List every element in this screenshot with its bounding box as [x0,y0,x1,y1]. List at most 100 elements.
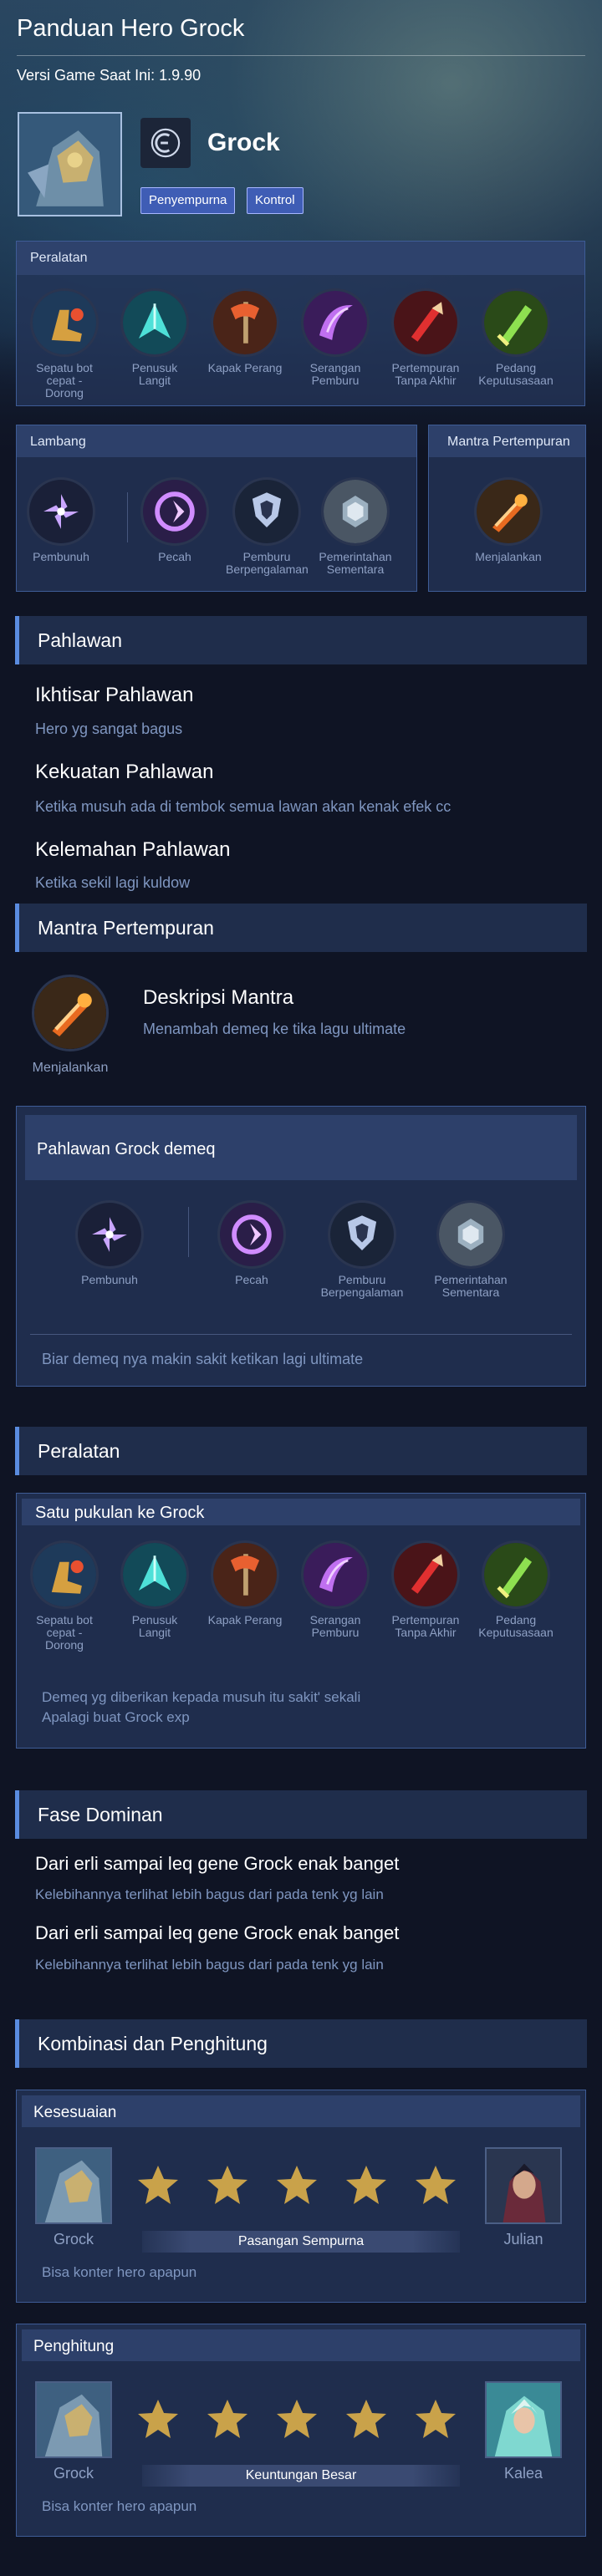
boots-icon [30,1540,99,1609]
item-slot[interactable]: Pembunuh [20,477,102,563]
mantra-desc-text: Menambah demeq ke tika lagu ultimate [143,1021,406,1037]
hero-name: Grock [207,129,280,156]
equipment-build-panel: Satu pukulan ke Grock Sepatu bot cepat -… [16,1493,586,1749]
section-peralatan: Peralatan [15,1427,587,1475]
flameshot-spell-icon [474,477,543,546]
item-slot[interactable]: Pertempuran Tanpa Akhir [388,288,463,387]
counter-rating-stars [135,2396,459,2443]
tag-kontrol[interactable]: Kontrol [247,187,304,214]
star-icon [416,2400,456,2438]
compat-left-name: Grock [53,2231,94,2248]
weakness-title: Kelemahan Pahlawan [35,838,231,861]
item-label: Pemerintahan Sementara [319,550,392,576]
strength-title: Kekuatan Pahlawan [35,761,214,783]
emblem-build-panel: Pahlawan Grock demeq Pembunuh Pecah Pembur… [16,1106,586,1387]
overview-text: Hero yg sangat bagus [35,720,183,737]
item-slot[interactable]: Sepatu bot cepat - Dorong [27,288,102,400]
hero-portrait[interactable] [18,112,122,216]
temporal-reign-icon [436,1200,505,1269]
item-label: Pemburu Berpengalaman [226,550,309,576]
star-icon [277,2166,317,2204]
emblem-note-divider [30,1334,572,1335]
sky-piercer-icon [120,288,189,357]
item-slot[interactable]: Pemburu Berpengalaman [226,477,309,576]
spell-item-menjalankan[interactable]: Menjalankan [471,477,546,563]
item-label: Kapak Perang [207,1613,283,1627]
item-slot[interactable]: Serangan Pemburu [298,1540,373,1639]
item-slot[interactable]: Kapak Perang [207,288,283,374]
grock-avatar[interactable] [35,2381,112,2458]
war-axe-icon [211,288,279,357]
item-slot[interactable]: Pecah [134,477,216,563]
item-slot[interactable]: Pedang Keputusasaan [478,288,554,387]
emblem-note: Biar demeq nya makin sakit ketikan lagi … [42,1351,364,1367]
section-pahlawan: Pahlawan [15,616,587,664]
grock-portrait-icon [19,114,120,215]
compat-right-name: Julian [503,2231,543,2248]
section-fase-dominan: Fase Dominan [15,1790,587,1839]
tag-penyempurna[interactable]: Penyempurna [140,187,236,214]
julian-avatar[interactable] [485,2147,562,2224]
compat-rating-label: Pasangan Sempurna [142,2231,460,2253]
compatibility-title: Kesesuaian [33,2104,117,2121]
dominant-entry-text: Kelebihannya terlihat lebih bagus dari p… [35,1957,384,1973]
hunter-strike-icon [301,1540,370,1609]
mantra-spell-item[interactable]: Menjalankan [23,975,117,1075]
hero-guide-page: Panduan Hero Grock Versi Game Saat Ini: … [0,0,602,2576]
item-label: Pedang Keputusasaan [478,361,554,387]
item-slot[interactable]: Pecah [206,1200,298,1286]
section-kombinasi: Kombinasi dan Penghitung [15,2019,587,2068]
grock-avatar[interactable] [35,2147,112,2224]
item-slot[interactable]: Pemerintahan Sementara [425,1200,517,1299]
item-slot[interactable]: Serangan Pemburu [298,288,373,387]
item-slot[interactable]: Pemerintahan Sementara [314,477,396,576]
dominant-entry-text: Kelebihannya terlihat lebih bagus dari p… [35,1886,384,1902]
equipment-panel-title: Peralatan [30,251,88,265]
page-title: Panduan Hero Grock [17,15,245,42]
endless-battle-icon [391,288,460,357]
war-axe-icon [211,1540,279,1609]
emblem-panel-title: Lambang [30,435,86,449]
item-label: Penusuk Langit [131,361,178,387]
seasoned-hunter-icon [232,477,301,546]
item-label: Pemburu Berpengalaman [320,1273,404,1299]
temporal-reign-icon [321,477,390,546]
seasoned-hunter-icon [328,1200,396,1269]
emblem-panel: Lambang Pembunuh Pecah Pemburu Berpengalam… [16,425,417,592]
game-version: Versi Game Saat Ini: 1.9.90 [17,67,202,84]
equipment-note-line1: Demeq yg diberikan kepada musuh itu saki… [42,1689,361,1705]
item-label: Pemerintahan Sementara [434,1273,508,1299]
compat-note: Bisa konter hero apapun [42,2264,197,2280]
endless-battle-icon [391,1540,460,1609]
shatter-talent-icon [140,477,209,546]
item-slot[interactable]: Pembunuh [64,1200,156,1286]
section-kombinasi-title: Kombinasi dan Penghitung [38,2033,268,2054]
flameshot-spell-icon [32,975,109,1051]
counter-note: Bisa konter hero apapun [42,2498,197,2514]
item-slot[interactable]: Penusuk Langit [117,1540,192,1639]
mantra-desc-title: Deskripsi Mantra [143,986,294,1009]
kalea-avatar[interactable] [485,2381,562,2458]
compatibility-panel: Kesesuaian Grock Pasangan Sempurna Julia… [16,2090,586,2303]
battle-spell-panel: Mantra Pertempuran Menjalankan [428,425,586,592]
dominant-entry-title: Dari erli sampai leq gene Grock enak ban… [35,1853,400,1874]
dominant-entry-title: Dari erli sampai leq gene Grock enak ban… [35,1922,400,1943]
section-mantra: Mantra Pertempuran [15,904,587,952]
item-slot[interactable]: Pemburu Berpengalaman [316,1200,408,1299]
star-icon [346,2166,386,2204]
item-label: Pertempuran Tanpa Akhir [391,1613,460,1639]
section-pahlawan-title: Pahlawan [38,629,123,651]
emblem-build-title: Pahlawan Grock demeq [37,1140,216,1158]
item-slot[interactable]: Sepatu bot cepat - Dorong [27,1540,102,1652]
star-icon [207,2166,247,2204]
item-slot[interactable]: Pertempuran Tanpa Akhir [388,1540,463,1639]
item-label: Pembunuh [81,1273,138,1286]
item-slot[interactable]: Penusuk Langit [117,288,192,387]
item-slot[interactable]: Pedang Keputusasaan [478,1540,554,1639]
assassin-emblem-icon [75,1200,144,1269]
compat-rating-stars [135,2162,459,2209]
item-slot[interactable]: Kapak Perang [207,1540,283,1627]
section-mantra-title: Mantra Pertempuran [38,917,214,939]
blade-of-despair-icon [482,288,550,357]
assassin-emblem-icon [27,477,95,546]
